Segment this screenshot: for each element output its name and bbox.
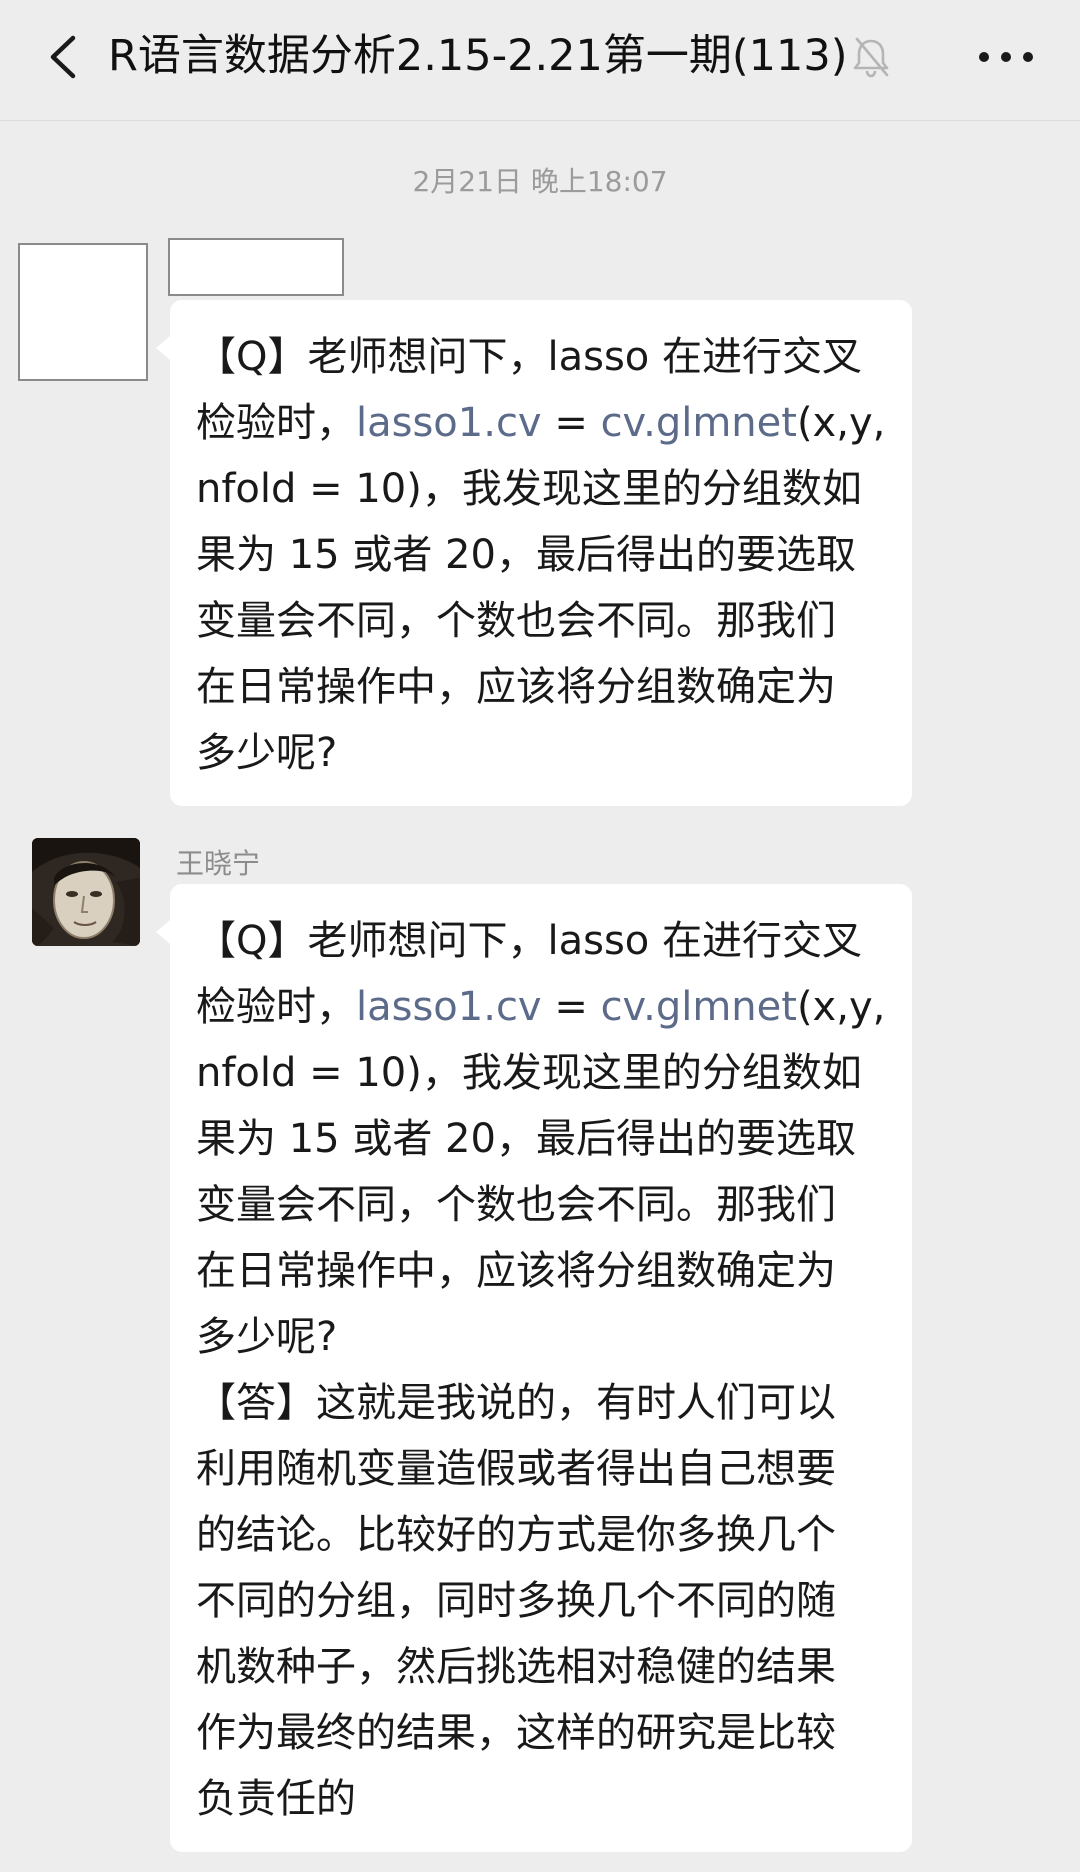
chat-title: R语言数据分析2.15-2.21第一期(113)	[108, 31, 848, 81]
message-bubble[interactable]: 【Q】老师想问下，lasso 在进行交叉 检验时，lasso1.cv = cv.…	[156, 884, 912, 1852]
message-line: 利用随机变量造假或者得出自己想要	[196, 1446, 836, 1492]
sender-name-redacted	[168, 238, 344, 296]
message-line: 【Q】老师想问下，lasso 在进行交叉	[196, 918, 862, 964]
message-line: 的结论。比较好的方式是你多换几个	[196, 1512, 836, 1558]
bell-off-icon	[853, 37, 889, 78]
message-line: 作为最终的结果，这样的研究是比较	[196, 1710, 836, 1756]
message-line: 变量会不同，个数也会不同。那我们	[196, 1182, 836, 1228]
back-button[interactable]	[28, 22, 98, 92]
message-line: 多少呢?	[196, 1314, 338, 1360]
message-line: 检验时，lasso1.cv = cv.glmnet(x,y,	[196, 984, 886, 1030]
code-token: lasso1.cv	[356, 984, 542, 1030]
message-line: 【Q】老师想问下，lasso 在进行交叉	[196, 334, 862, 380]
message-line: 在日常操作中，应该将分组数确定为	[196, 1248, 836, 1294]
avatar[interactable]	[32, 838, 140, 946]
message-line: 不同的分组，同时多换几个不同的随	[196, 1578, 836, 1624]
more-options-button[interactable]	[966, 30, 1046, 84]
code-token: cv.glmnet	[600, 984, 797, 1030]
chevron-left-icon	[50, 35, 76, 79]
message-line: 果为 15 或者 20，最后得出的要选取	[196, 1116, 856, 1162]
message-line: 多少呢?	[196, 730, 338, 776]
sender-name: 王晓宁	[176, 847, 261, 880]
message-line: 检验时，lasso1.cv = cv.glmnet(x,y,	[196, 400, 886, 446]
message-line: 【答】这就是我说的，有时人们可以	[196, 1380, 836, 1426]
message-line: nfold = 10)，我发现这里的分组数如	[196, 466, 862, 512]
message-line: 变量会不同，个数也会不同。那我们	[196, 598, 836, 644]
chat-header: R语言数据分析2.15-2.21第一期(113)	[0, 0, 1080, 121]
avatar-portrait-image	[32, 838, 140, 946]
more-dots-icon	[979, 52, 1033, 62]
message-line: 在日常操作中，应该将分组数确定为	[196, 664, 836, 710]
message-line: 负责任的	[196, 1776, 356, 1822]
message-line: 机数种子，然后挑选相对稳健的结果	[196, 1644, 836, 1690]
message-timestamp: 2月21日 晚上18:07	[412, 165, 668, 198]
avatar[interactable]	[18, 243, 148, 381]
message-bubble[interactable]: 【Q】老师想问下，lasso 在进行交叉 检验时，lasso1.cv = cv.…	[156, 300, 912, 806]
message-line: nfold = 10)，我发现这里的分组数如	[196, 1050, 862, 1096]
message-line: 果为 15 或者 20，最后得出的要选取	[196, 532, 856, 578]
code-token: lasso1.cv	[356, 400, 542, 446]
code-token: cv.glmnet	[600, 400, 797, 446]
